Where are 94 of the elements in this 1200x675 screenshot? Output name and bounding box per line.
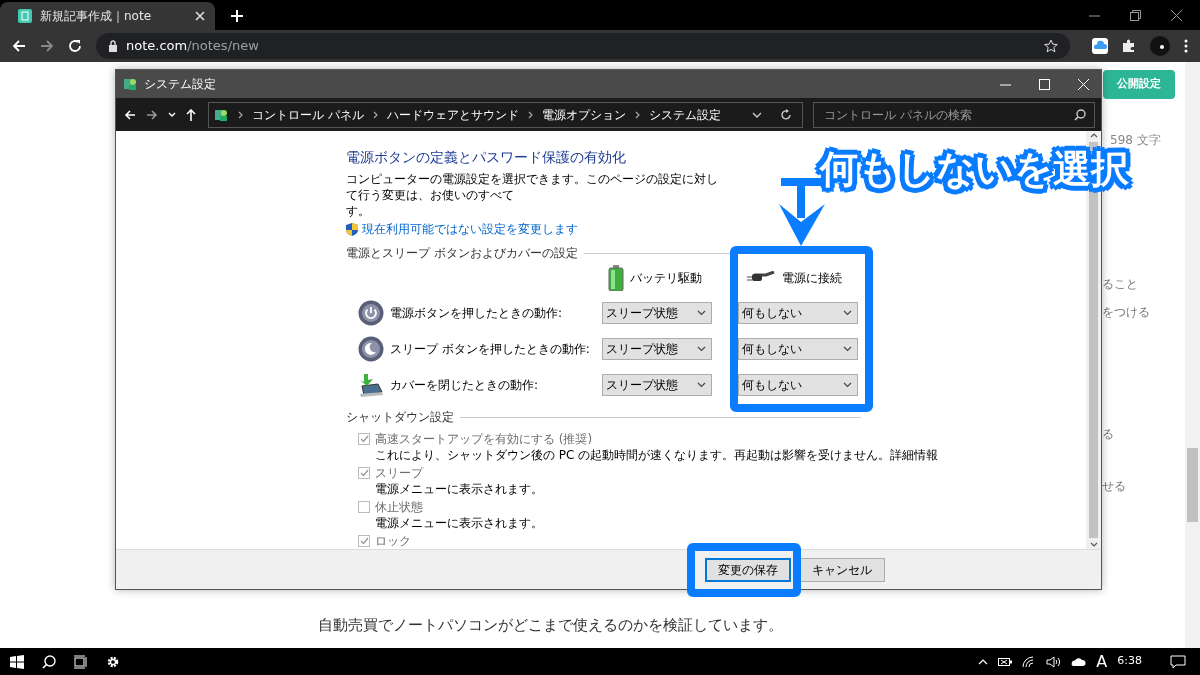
chevron-down-icon <box>843 382 852 388</box>
breadcrumb-item[interactable]: ハードウェアとサウンド <box>386 105 519 124</box>
shield-icon <box>346 222 358 236</box>
address-bar[interactable]: note.com/notes/new <box>96 33 1070 59</box>
gear-icon[interactable] <box>106 654 120 669</box>
dropdown[interactable]: スリープ状態 <box>602 374 712 396</box>
chevron-down-icon[interactable] <box>752 111 762 118</box>
control-panel-icon <box>122 76 138 92</box>
breadcrumb-item[interactable]: 電源オプション <box>541 105 626 124</box>
notification-icon[interactable] <box>1170 654 1186 669</box>
reload-icon[interactable] <box>68 39 82 53</box>
char-count: 598 文字 <box>1110 131 1161 147</box>
scroll-down-icon[interactable] <box>1089 542 1098 547</box>
body-text: せる <box>1102 477 1126 495</box>
chevron-right-icon <box>527 110 533 119</box>
search-icon[interactable] <box>42 654 56 669</box>
chevron-down-icon <box>697 346 706 352</box>
checkbox-label: 休止状態 <box>375 499 423 515</box>
puzzle-icon[interactable] <box>1122 39 1136 53</box>
breadcrumb-item[interactable]: コントロール パネル <box>252 105 364 124</box>
more-icon[interactable] <box>1184 39 1188 53</box>
star-icon[interactable] <box>1044 39 1058 53</box>
windows-icon[interactable] <box>10 654 24 669</box>
sleep-button-icon <box>358 336 384 362</box>
forward-icon[interactable] <box>146 108 158 121</box>
chevron-down-icon <box>843 346 852 352</box>
forward-icon[interactable] <box>40 39 54 53</box>
scroll-up-icon[interactable] <box>1089 133 1098 138</box>
browser-tab[interactable]: 新規記事作成｜note <box>0 2 215 30</box>
task-view-icon[interactable] <box>74 654 88 669</box>
info-link[interactable]: 詳細情報 <box>890 448 939 462</box>
chevron-up-icon[interactable] <box>978 658 989 665</box>
volume-icon[interactable] <box>1046 655 1061 668</box>
battery-icon[interactable] <box>998 656 1013 667</box>
description-text: す。 <box>346 203 371 219</box>
back-icon[interactable] <box>12 39 26 53</box>
option-description: 電源メニューに表示されます。 <box>375 481 544 497</box>
setting-label: 電源ボタンを押したときの動作: <box>390 305 564 321</box>
ime-indicator[interactable]: A <box>1096 649 1108 674</box>
note-favicon <box>18 9 32 23</box>
search-input[interactable]: コントロール パネルの検索 <box>822 104 1074 125</box>
chevron-right-icon <box>238 110 243 119</box>
body-text: ること <box>1102 275 1138 293</box>
cloud-extension-icon[interactable] <box>1092 38 1108 54</box>
dropdown[interactable]: スリープ状態 <box>602 302 712 324</box>
body-text: る <box>1102 425 1114 443</box>
battery-icon <box>608 265 624 291</box>
dropdown[interactable]: スリープ状態 <box>602 338 712 360</box>
option-description: 電源メニューに表示されます。 <box>375 515 544 531</box>
checkbox-label: ロック <box>375 533 411 549</box>
dropdown[interactable]: 何もしない <box>738 374 858 396</box>
chevron-right-icon <box>372 110 378 119</box>
avatar-icon[interactable] <box>1150 36 1170 56</box>
up-icon[interactable] <box>186 108 196 121</box>
description-text: コンピューターの電源設定を選択できます。このページの設定に対して行う変更は、お使いのすべて <box>346 171 719 203</box>
maximize-icon[interactable] <box>1039 78 1050 90</box>
chevron-down-icon <box>843 310 852 316</box>
cancel-button[interactable]: キャンセル <box>799 557 885 582</box>
restore-icon[interactable] <box>1130 9 1141 21</box>
save-button[interactable]: 変更の保存 <box>705 557 791 582</box>
section-title: シャットダウン設定 <box>346 409 454 425</box>
setting-label: スリープ ボタンを押したときの動作: <box>390 341 591 357</box>
laptop-icon <box>358 372 384 398</box>
cloud-icon[interactable] <box>1070 656 1087 667</box>
settings-link[interactable]: 現在利用可能ではない設定を変更します <box>362 221 578 237</box>
scrollbar[interactable] <box>1185 62 1200 648</box>
dropdown[interactable]: 何もしない <box>738 338 858 360</box>
caption-text: 自動売買でノートパソコンがどこまで使えるのかを検証しています。 <box>317 614 783 636</box>
option-description: これにより、シャットダウン後の PC の起動時間が速くなります。再起動は影響を受けません。詳細情報 <box>375 447 940 463</box>
back-icon[interactable] <box>124 108 136 121</box>
url-text: note.com/notes/new <box>126 37 259 56</box>
page-heading: 電源ボタンの定義とパスワード保護の有効化 <box>346 148 627 167</box>
close-icon[interactable] <box>1171 9 1182 21</box>
dropdown[interactable]: 何もしない <box>738 302 858 324</box>
setting-label: カバーを閉じたときの動作: <box>390 377 540 393</box>
breadcrumb-bar[interactable]: コントロール パネル ハードウェアとサウンド 電源オプション システム設定 <box>208 101 803 128</box>
body-text: をつける <box>1102 303 1150 321</box>
chevron-down-icon <box>697 310 706 316</box>
column-header: バッテリ駆動 <box>630 270 702 286</box>
lock-icon <box>108 40 118 52</box>
search-field[interactable]: コントロール パネルの検索 <box>813 101 1095 128</box>
checkbox-label: スリープ <box>375 465 423 481</box>
chevron-down-icon <box>697 382 706 388</box>
clock-text[interactable]: 6:38 <box>1117 653 1142 670</box>
window-title: システム設定 <box>144 76 216 93</box>
section-title: 電源とスリープ ボタンおよびカバーの設定 <box>346 245 578 261</box>
checkbox-label: 高速スタートアップを有効にする (推奨) <box>375 431 593 447</box>
breadcrumb-item[interactable]: システム設定 <box>648 105 721 124</box>
new-tab-icon[interactable] <box>231 10 243 22</box>
power-button-icon <box>358 300 384 326</box>
chevron-right-icon <box>634 110 640 119</box>
column-header: 電源に接続 <box>782 270 842 286</box>
search-icon[interactable] <box>1074 108 1086 121</box>
refresh-icon[interactable] <box>780 108 792 121</box>
